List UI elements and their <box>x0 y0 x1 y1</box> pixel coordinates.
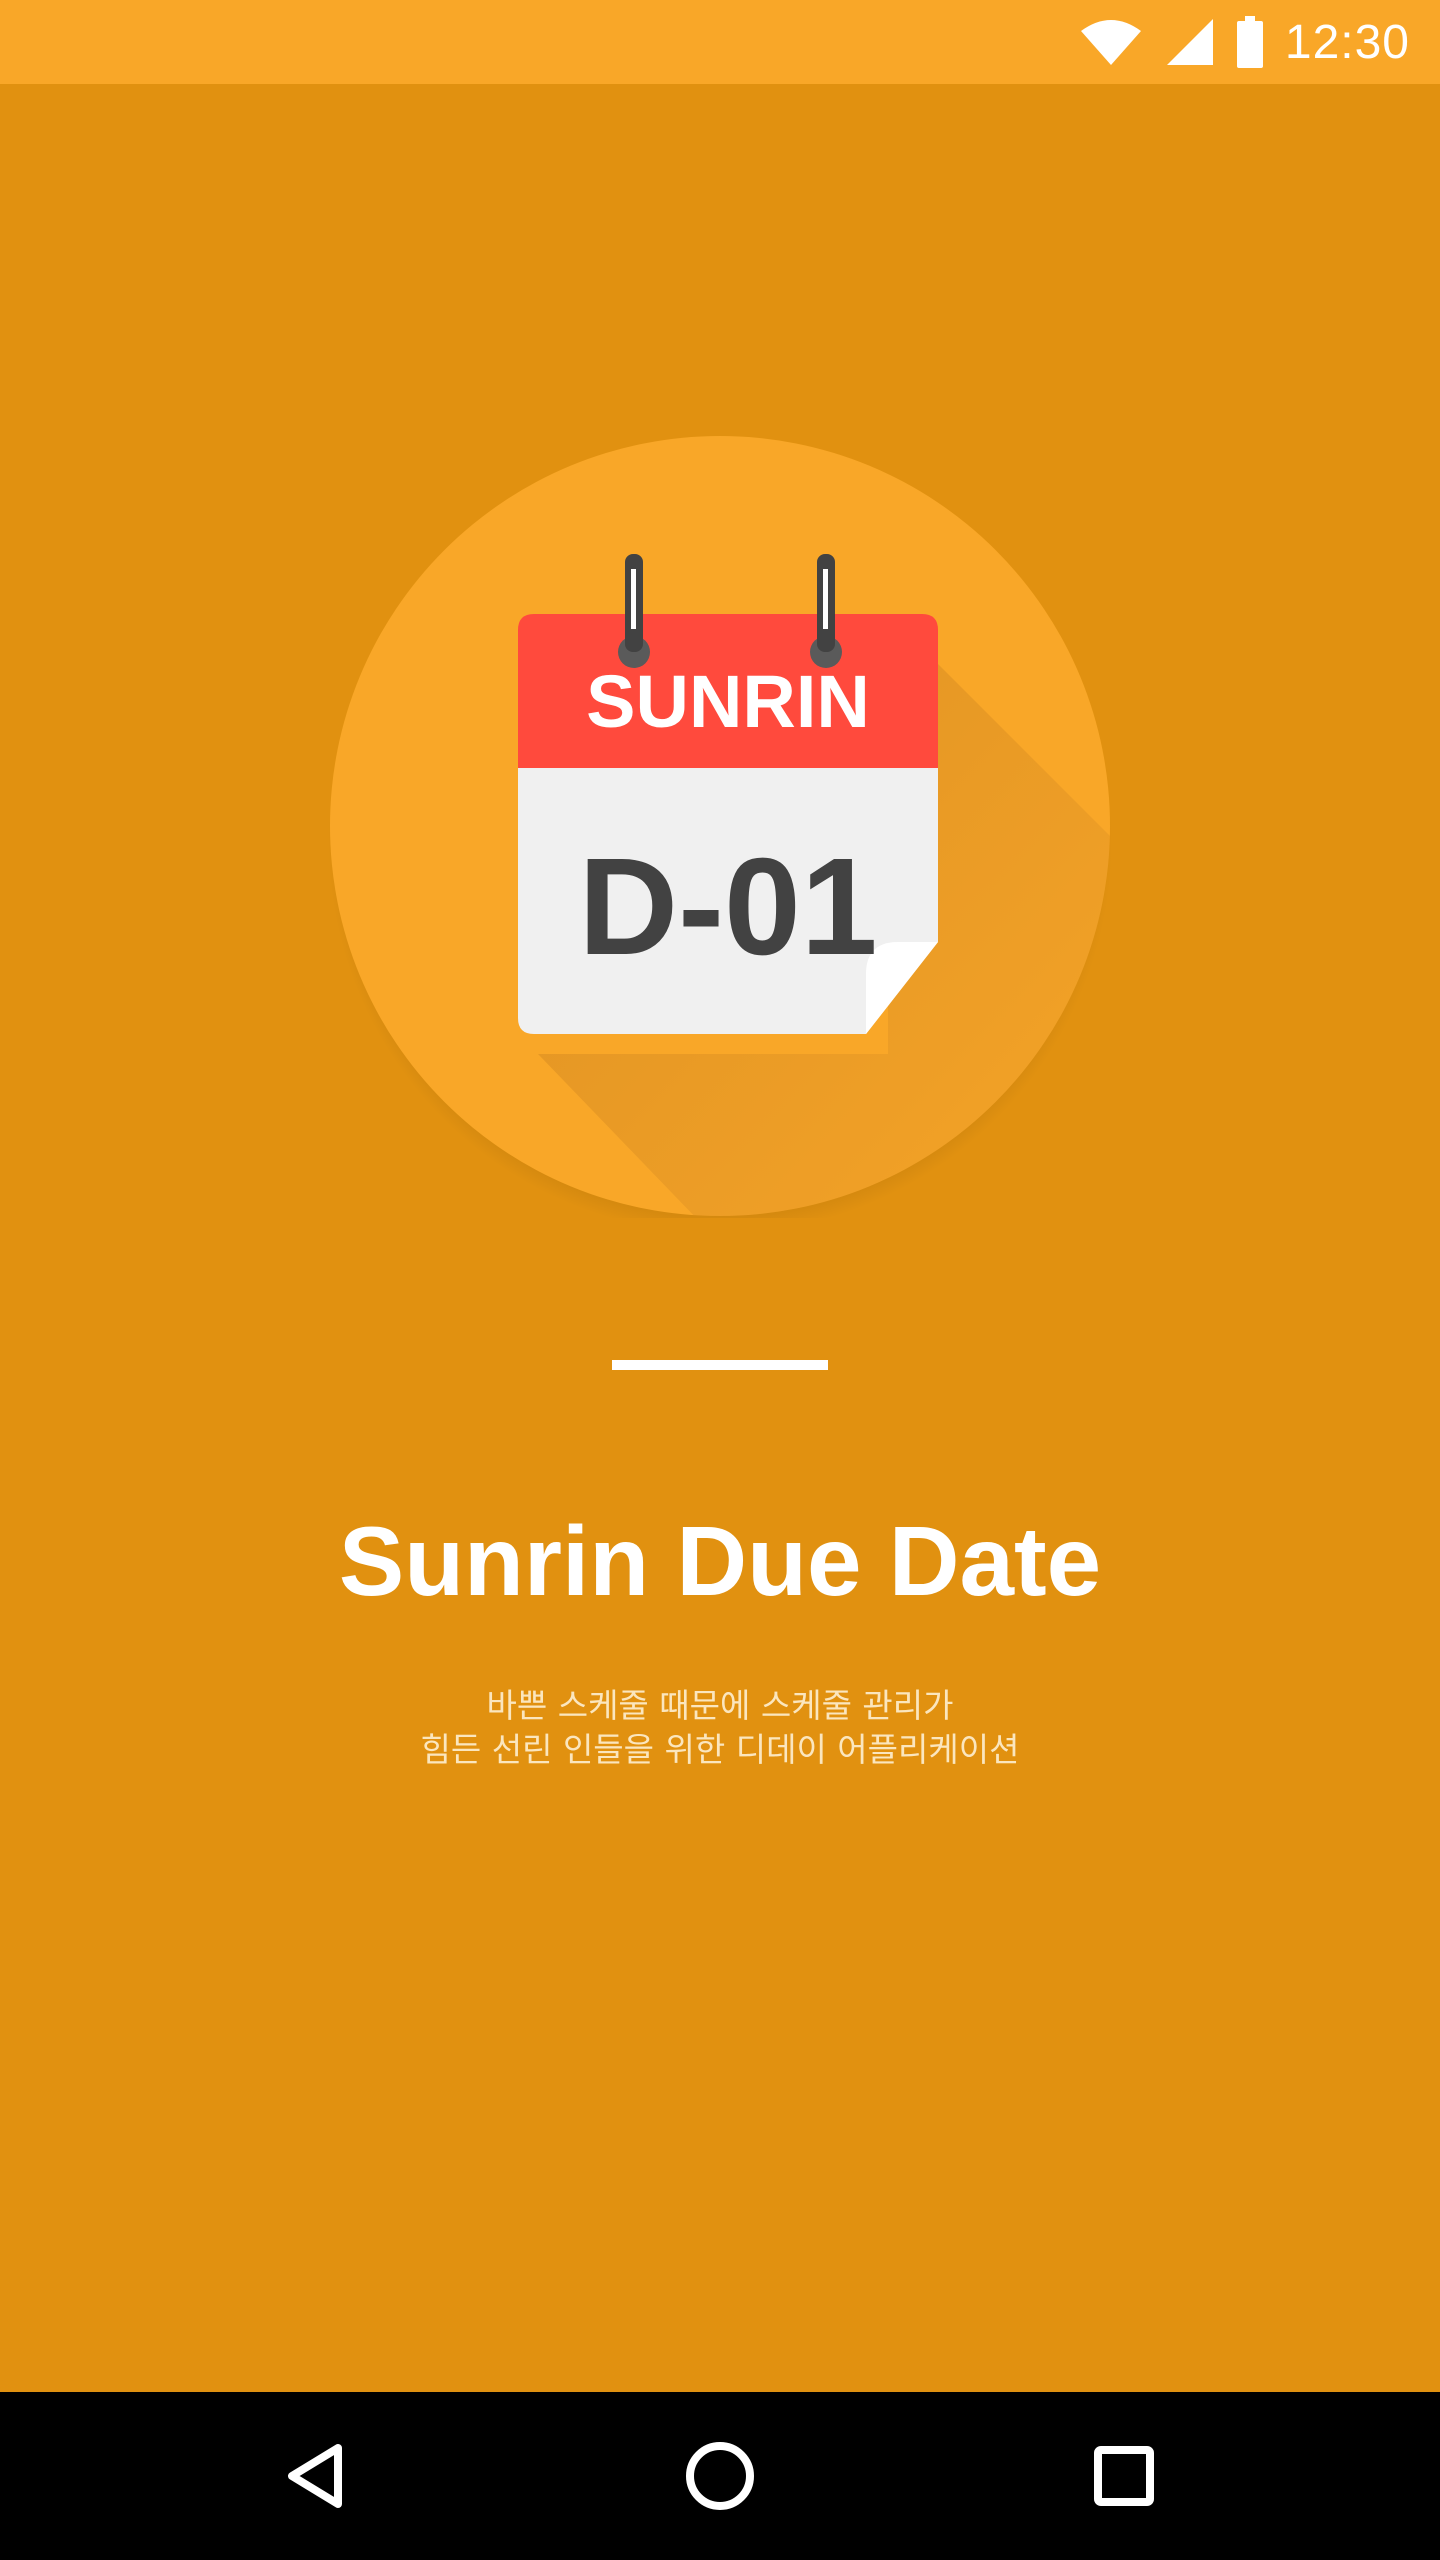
status-icons: 12:30 <box>1079 0 1410 84</box>
cell-signal-icon <box>1165 17 1215 67</box>
logo-countdown-text: D-01 <box>578 830 877 984</box>
description-line: 힘든 선린 인들을 위한 디데이 어플리케이션 <box>420 1730 1020 1769</box>
status-time: 12:30 <box>1284 15 1410 69</box>
app-description: 바쁜 스케줄 때문에 스케줄 관리가 힘든 선린 인들을 위한 디데이 어플리케… <box>0 1684 1440 1772</box>
app-title: Sunrin Due Date <box>338 1506 1102 1616</box>
description-line: 바쁜 스케줄 때문에 스케줄 관리가 <box>486 1686 954 1725</box>
app-logo: SUNRIN D-01 <box>328 434 1112 1218</box>
home-button[interactable] <box>636 2392 804 2560</box>
logo-banner-text: SUNRIN <box>586 660 870 743</box>
title-divider <box>612 1360 828 1370</box>
back-button[interactable] <box>232 2392 400 2560</box>
recents-icon <box>1094 2446 1154 2506</box>
home-icon <box>686 2442 754 2510</box>
battery-icon <box>1236 16 1263 68</box>
splash-screen: SUNRIN D-01 Sunrin Due Date 바쁜 스케줄 때문에 스… <box>0 84 1440 2392</box>
back-icon <box>288 2444 342 2508</box>
status-bar: 12:30 <box>0 0 1440 84</box>
navigation-bar <box>0 2392 1440 2560</box>
wifi-icon <box>1079 17 1143 67</box>
recents-button[interactable] <box>1040 2392 1208 2560</box>
calendar-icon: SUNRIN D-01 <box>518 554 938 1034</box>
